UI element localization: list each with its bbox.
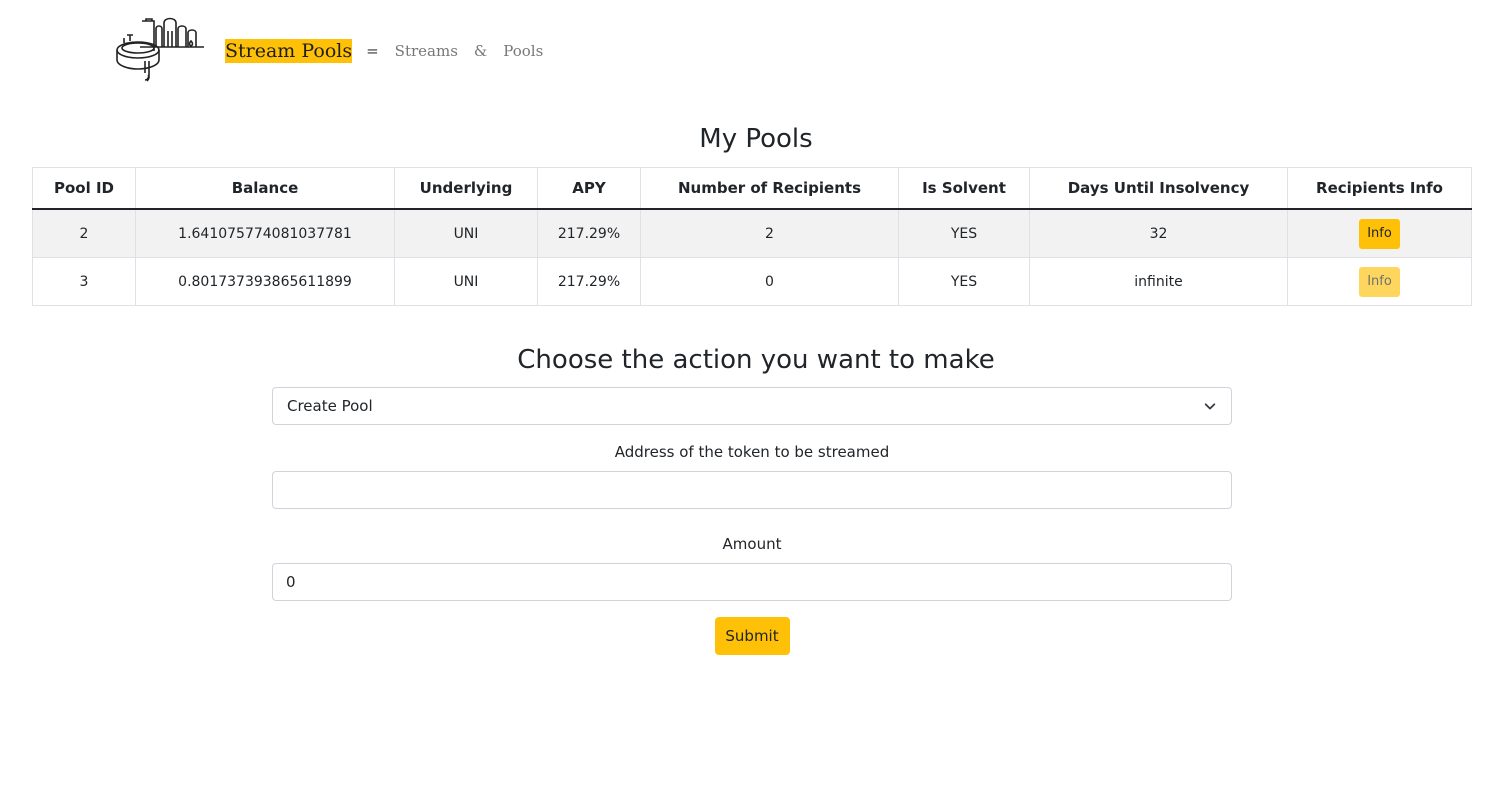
column-header-is-solvent: Is Solvent [898, 167, 1030, 210]
nav-link-pools[interactable]: Pools [503, 42, 543, 60]
brand-title[interactable]: Stream Pools [225, 39, 353, 63]
column-header-recipients-info: Recipients Info [1287, 167, 1472, 210]
token-address-label: Address of the token to be streamed [614, 443, 890, 461]
info-button-disabled[interactable]: Info [1359, 266, 1400, 297]
column-header-recipients: Number of Recipients [640, 167, 899, 210]
column-header-underlying: Underlying [394, 167, 538, 210]
cell-apy: 217.29% [537, 257, 641, 306]
cell-pool-id: 3 [32, 257, 136, 306]
table-row: 2 1.641075774081037781 UNI 217.29% 2 YES… [32, 208, 1472, 258]
cell-balance: 0.801737393865611899 [135, 257, 395, 306]
cell-days-until-insolvency: infinite [1029, 257, 1288, 306]
pools-table: Pool ID Balance Underlying APY Number of… [32, 167, 1472, 306]
submit-button[interactable]: Submit [714, 617, 790, 655]
pool-faucet-logo-icon[interactable] [112, 17, 208, 85]
column-header-pool-id: Pool ID [32, 167, 136, 210]
ampersand: & [473, 42, 488, 60]
action-title: Choose the action you want to make [517, 345, 995, 375]
cell-underlying: UNI [394, 257, 538, 306]
site-header: Stream Pools = Streams & Pools [112, 16, 543, 86]
chevron-down-icon [1204, 403, 1216, 410]
cell-recipients: 0 [640, 257, 899, 306]
cell-is-solvent: YES [898, 257, 1030, 306]
cell-recipients-info: Info [1287, 257, 1472, 306]
cell-underlying: UNI [394, 208, 538, 258]
column-header-balance: Balance [135, 167, 395, 210]
token-address-input[interactable] [272, 471, 1232, 509]
cell-days-until-insolvency: 32 [1029, 208, 1288, 258]
column-header-days-until-insolvency: Days Until Insolvency [1029, 167, 1288, 210]
cell-pool-id: 2 [32, 208, 136, 258]
my-pools-title: My Pools [699, 124, 813, 154]
table-row: 3 0.801737393865611899 UNI 217.29% 0 YES… [32, 257, 1472, 306]
cell-recipients: 2 [640, 208, 899, 258]
action-select[interactable]: Create Pool [272, 387, 1232, 425]
equals-sign: = [366, 42, 379, 60]
cell-balance: 1.641075774081037781 [135, 208, 395, 258]
submit-row: Submit [272, 617, 1232, 655]
table-header-row: Pool ID Balance Underlying APY Number of… [32, 167, 1472, 210]
info-button[interactable]: Info [1359, 218, 1400, 249]
amount-input[interactable] [272, 563, 1232, 601]
action-form: Create Pool Address of the token to be s… [272, 387, 1232, 655]
action-select-value: Create Pool [287, 397, 373, 415]
column-header-apy: APY [537, 167, 641, 210]
nav-link-streams[interactable]: Streams [395, 42, 458, 60]
amount-label: Amount [722, 535, 782, 553]
cell-is-solvent: YES [898, 208, 1030, 258]
cell-recipients-info: Info [1287, 208, 1472, 258]
cell-apy: 217.29% [537, 208, 641, 258]
